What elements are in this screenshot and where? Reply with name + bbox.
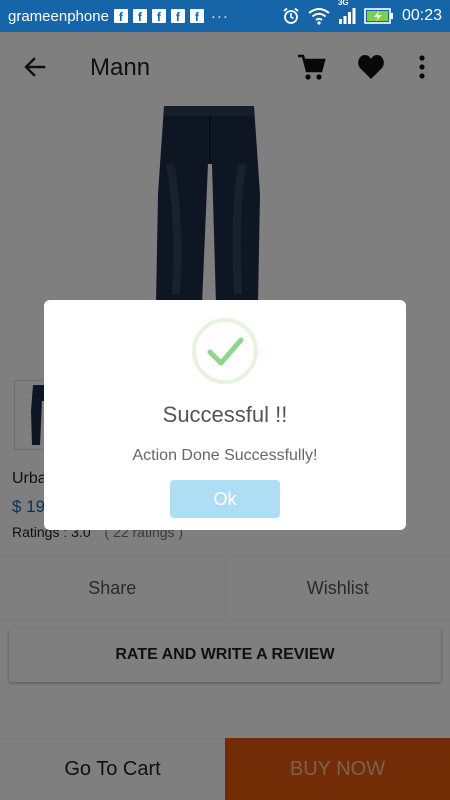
more-notifications-icon: ··· [210,7,229,25]
network-type-label: 3G [337,0,349,7]
alarm-icon [283,7,299,24]
success-dialog: Successful !! Action Done Successfully! … [44,300,406,530]
facebook-notification-icon: f [170,9,185,23]
clock: 00:23 [401,7,442,24]
ok-button[interactable]: Ok [170,480,280,518]
signal-icon [338,8,356,24]
dialog-title: Successful !! [162,402,288,427]
facebook-notification-icon: f [151,9,166,23]
battery-charging-icon [364,8,393,24]
facebook-notification-icon: f [132,9,147,23]
success-check-icon [192,318,258,384]
carrier-name: grameenphone [8,7,109,25]
facebook-notification-icon: f [189,9,204,23]
wifi-icon [308,8,330,25]
facebook-notification-icon: f [113,9,128,23]
status-bar: grameenphone f f f f f ··· 3G 00:23 [0,0,450,32]
dialog-message: Action Done Successfully! [132,447,318,464]
